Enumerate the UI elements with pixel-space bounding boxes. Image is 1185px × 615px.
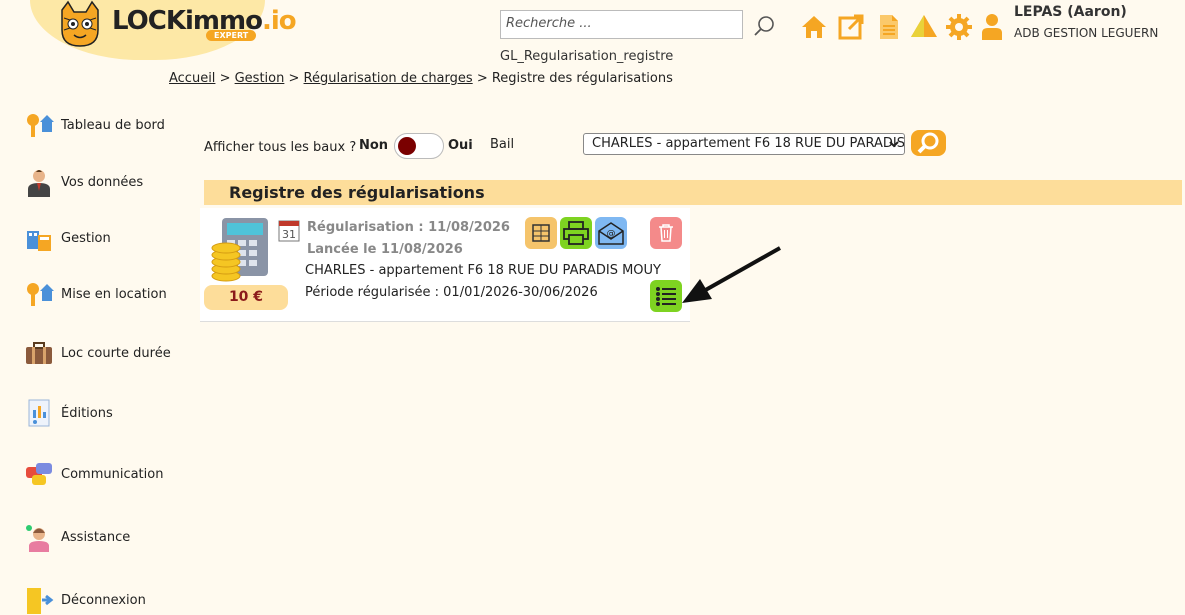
bail-label: Bail: [490, 137, 515, 152]
show-all-leases-toggle[interactable]: [394, 133, 444, 159]
home-icon[interactable]: [800, 13, 828, 41]
chevron-down-icon: [889, 141, 899, 148]
toggle-off-label: Non: [359, 138, 389, 153]
regularisation-period: Période régularisée : 01/01/2026-30/06/2…: [305, 285, 598, 300]
show-all-leases-label: Afficher tous les baux ?: [204, 140, 357, 155]
svg-text:@: @: [607, 229, 616, 239]
external-link-icon[interactable]: [837, 13, 865, 41]
section-title: Registre des régularisations: [229, 183, 485, 202]
regularisation-bail: CHARLES - appartement F6 18 RUE DU PARAD…: [305, 263, 661, 278]
sidebar-item-vos-donnees[interactable]: Vos données: [24, 167, 143, 197]
person-icon: [28, 170, 50, 197]
delete-button[interactable]: [650, 217, 682, 249]
key-house-icon: [27, 283, 54, 306]
envelope-at-icon: @: [598, 222, 624, 245]
details-list-button[interactable]: [650, 280, 682, 312]
building-calculator-icon: [27, 231, 51, 251]
regularisation-card: 10 € 31 Régularisation : 11/08/2026 Lanc…: [200, 208, 690, 322]
sidebar-item-tableau-de-bord[interactable]: Tableau de bord: [24, 110, 165, 140]
breadcrumb-current: Registre des régularisations: [491, 71, 673, 86]
search-input[interactable]: Recherche ...: [500, 10, 743, 39]
sidebar-item-gestion[interactable]: Gestion: [24, 223, 111, 253]
cat-mascot-icon: [61, 0, 99, 47]
support-agent-icon: [26, 525, 49, 552]
key-house-icon: [27, 114, 54, 137]
trash-icon: [659, 224, 673, 242]
gear-icon[interactable]: [945, 13, 973, 41]
printer-icon: [563, 221, 589, 245]
regularisation-launch-date: Lancée le 11/08/2026: [307, 242, 463, 257]
warning-icon[interactable]: [910, 13, 938, 41]
email-button[interactable]: @: [595, 217, 627, 249]
sidebar-item-loc-courte-duree[interactable]: Loc courte durée: [24, 338, 171, 368]
list-icon: [656, 287, 676, 306]
brand-name[interactable]: LOCKimmo.io: [112, 6, 297, 36]
bail-select[interactable]: CHARLES - appartement F6 18 RUE DU PARAD…: [583, 133, 905, 155]
user-organization: ADB GESTION LEGUERN: [1014, 26, 1159, 40]
toggle-knob: [398, 137, 416, 155]
bail-search-button[interactable]: [911, 130, 946, 156]
brand-tagline: EXPERT: [206, 30, 257, 41]
toggle-on-label: Oui: [448, 138, 473, 153]
svg-text:31: 31: [282, 228, 296, 241]
sidebar-item-assistance[interactable]: Assistance: [24, 522, 130, 552]
breadcrumb-home[interactable]: Accueil: [169, 71, 215, 86]
report-icon: [28, 399, 50, 427]
sidebar-item-editions[interactable]: Éditions: [24, 398, 113, 428]
detail-table-button[interactable]: [525, 217, 557, 249]
breadcrumb-regularisation[interactable]: Régularisation de charges: [304, 71, 473, 86]
document-icon[interactable]: [874, 13, 902, 41]
search-icon[interactable]: [754, 15, 776, 37]
section-header: Registre des régularisations: [204, 180, 1182, 205]
suitcase-icon: [26, 342, 52, 364]
regularisation-title: Régularisation : 11/08/2026: [307, 220, 510, 235]
calendar-icon: 31: [278, 220, 300, 242]
magnifier-icon: [917, 132, 939, 154]
sidebar-item-mise-en-location[interactable]: Mise en location: [24, 279, 167, 309]
logout-door-icon: [27, 588, 54, 614]
table-icon: [532, 224, 550, 242]
chat-bubbles-icon: [26, 463, 52, 485]
user-name[interactable]: LEPAS (Aaron): [1014, 4, 1127, 20]
breadcrumb-gestion[interactable]: Gestion: [235, 71, 285, 86]
user-icon[interactable]: [981, 13, 1003, 41]
calculator-coins-icon: [211, 218, 268, 282]
breadcrumb: Accueil > Gestion > Régularisation de ch…: [169, 71, 673, 86]
regularisation-amount: 10 €: [204, 285, 288, 310]
sidebar-item-deconnexion[interactable]: Déconnexion: [24, 585, 146, 615]
sidebar-item-communication[interactable]: Communication: [24, 459, 163, 489]
page-code: GL_Regularisation_registre: [500, 49, 674, 64]
print-button[interactable]: [560, 217, 592, 249]
